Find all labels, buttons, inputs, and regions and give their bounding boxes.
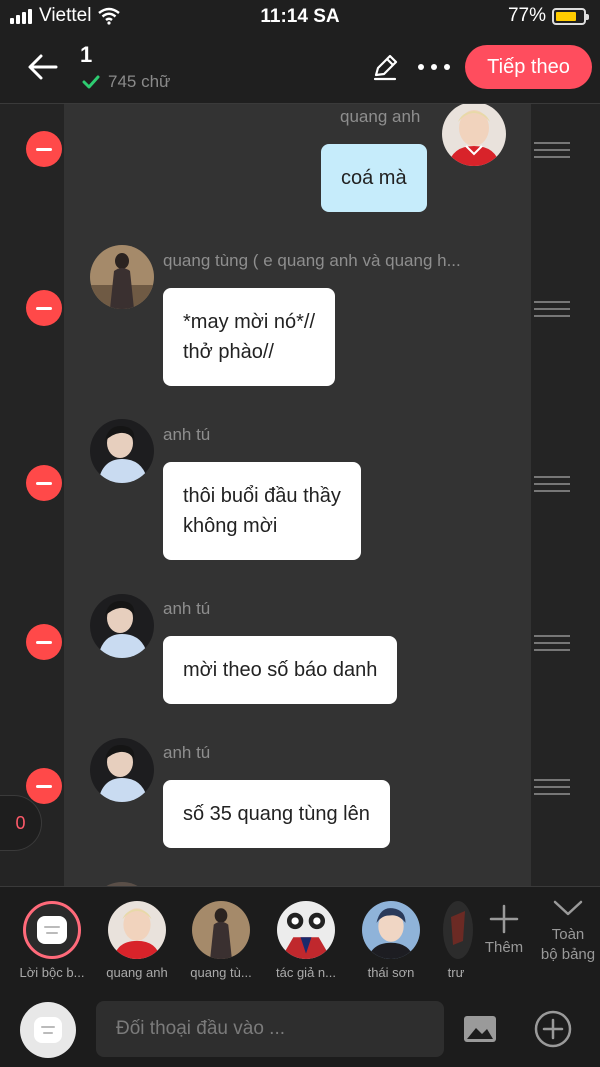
drag-handle-icon[interactable]	[534, 635, 570, 655]
character-bar: Lời bộc b... quang anh quang tù... tác g…	[0, 886, 600, 986]
message-bubble[interactable]: coá mà	[321, 144, 427, 212]
drag-handle-icon[interactable]	[534, 301, 570, 321]
back-arrow-icon[interactable]	[26, 50, 60, 84]
character-avatar	[192, 901, 250, 959]
dialogue-input[interactable]	[96, 1001, 444, 1057]
word-count: 745 chữ	[82, 72, 170, 92]
chat-area: quang anh coá mà quang tùng ( e quang an…	[64, 104, 531, 886]
character-label: thái sơn	[367, 965, 415, 980]
sender-name: anh tú	[163, 599, 211, 618]
full-board-button[interactable]: Toàn bộ bảng	[536, 897, 600, 965]
character-avatar	[277, 901, 335, 959]
more-dots-icon[interactable]	[414, 52, 454, 82]
status-bar: Viettel 11:14 SA 77%	[0, 0, 600, 34]
character-author[interactable]: tác giả n...	[267, 901, 345, 980]
sender-name: anh tú	[163, 425, 211, 444]
delete-message-button[interactable]	[26, 768, 62, 804]
editor-header: 1 745 chữ Tiếp theo	[0, 34, 600, 104]
message-text: coá mà	[341, 167, 407, 189]
delete-message-button[interactable]	[26, 465, 62, 501]
message-bubble[interactable]: số 35 quang tùng lên	[163, 780, 390, 848]
battery-icon	[552, 7, 589, 25]
character-label: tác giả n...	[276, 965, 336, 980]
character-quang-tung[interactable]: quang tù...	[182, 901, 260, 980]
avatar-image	[90, 594, 154, 658]
delete-message-button[interactable]	[26, 290, 62, 326]
message-text: thôi buổi đầu thầy không mời	[183, 485, 341, 537]
sender-name: anh tú	[163, 743, 211, 762]
message-bubble[interactable]: thôi buổi đầu thầy không mời	[163, 462, 361, 560]
character-thai-son[interactable]: thái sơn	[352, 901, 430, 980]
avatar-image	[442, 104, 506, 166]
avatar-anh-tu[interactable]	[90, 594, 154, 658]
message-text: số 35 quang tùng lên	[183, 803, 370, 825]
pencil-icon[interactable]	[370, 52, 400, 82]
delete-message-button[interactable]	[26, 131, 62, 167]
avatar-image	[90, 419, 154, 483]
message-bubble[interactable]: mời theo số báo danh	[163, 636, 398, 704]
next-button[interactable]: Tiếp theo	[465, 45, 592, 89]
character-partial[interactable]: trư	[437, 901, 475, 980]
character-avatar	[108, 901, 166, 959]
battery-percent: 77%	[507, 5, 546, 26]
character-avatar	[362, 901, 420, 959]
word-count-label: 745 chữ	[108, 72, 171, 91]
chapter-title[interactable]: 1	[80, 42, 92, 68]
narrator-icon	[34, 1017, 62, 1043]
avatar-image	[90, 245, 154, 309]
drag-handle-icon[interactable]	[534, 142, 570, 162]
narrator-icon	[37, 916, 67, 944]
input-bar	[0, 986, 600, 1067]
character-quang-anh[interactable]: quang anh	[98, 901, 176, 980]
narrator-toggle-button[interactable]	[20, 1002, 76, 1058]
message-text: mời theo số báo danh	[183, 659, 378, 681]
add-circle-icon[interactable]	[533, 1009, 573, 1049]
add-character-button[interactable]: Thêm	[478, 903, 530, 956]
full-board-label: Toàn bộ bảng	[540, 926, 596, 963]
narrator-avatar	[23, 901, 81, 959]
character-label: trư	[447, 965, 465, 980]
avatar-anh-tu[interactable]	[90, 738, 154, 802]
avatar-image	[90, 738, 154, 802]
character-label: quang tù...	[190, 965, 252, 980]
character-label: Lời bộc b...	[19, 965, 85, 980]
chevron-down-icon	[553, 900, 583, 916]
drag-handle-icon[interactable]	[534, 476, 570, 496]
message-text: *may mời nó*// thở phào//	[183, 311, 316, 363]
sender-name: quang anh	[340, 107, 421, 126]
character-label: quang anh	[106, 965, 168, 980]
avatar-quang-tung[interactable]	[90, 245, 154, 309]
sender-name: quang tùng ( e quang anh và quang h...	[163, 251, 461, 270]
drag-handle-icon[interactable]	[534, 779, 570, 799]
avatar-quang-anh[interactable]	[442, 104, 506, 166]
battery-fill	[556, 11, 577, 21]
message-bubble[interactable]: *may mời nó*// thở phào//	[163, 288, 336, 386]
add-character-label: Thêm	[484, 939, 524, 956]
plus-icon	[489, 904, 519, 934]
character-narrator[interactable]: Lời bộc b...	[13, 901, 91, 980]
character-avatar	[443, 901, 473, 959]
image-icon[interactable]	[462, 1012, 498, 1046]
delete-message-button[interactable]	[26, 624, 62, 660]
check-icon	[82, 75, 100, 89]
avatar-anh-tu[interactable]	[90, 419, 154, 483]
